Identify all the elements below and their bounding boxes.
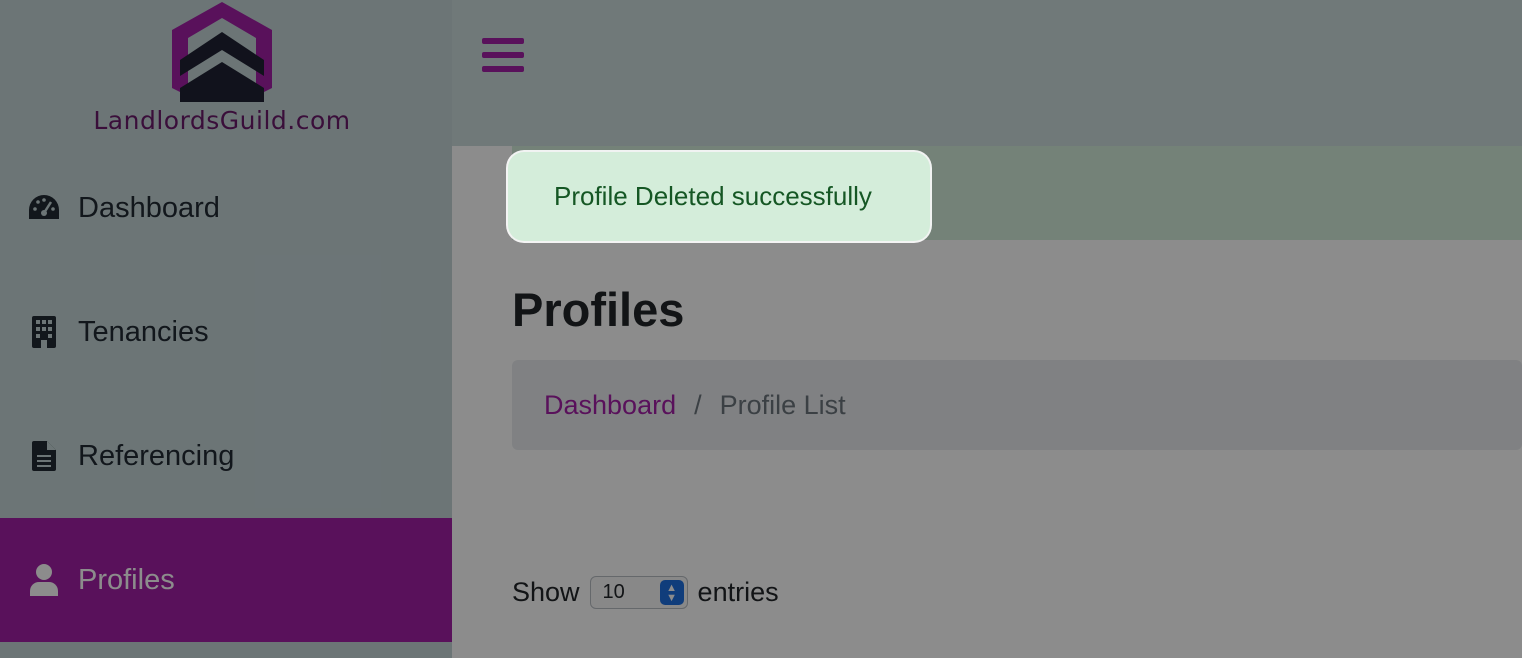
app: LandlordsGuild.com Dashboard Tenancies R… <box>0 0 1522 658</box>
success-toast: Profile Deleted successfully <box>508 152 930 241</box>
toast-message: Profile Deleted successfully <box>554 181 872 211</box>
modal-backdrop[interactable] <box>0 0 1522 658</box>
